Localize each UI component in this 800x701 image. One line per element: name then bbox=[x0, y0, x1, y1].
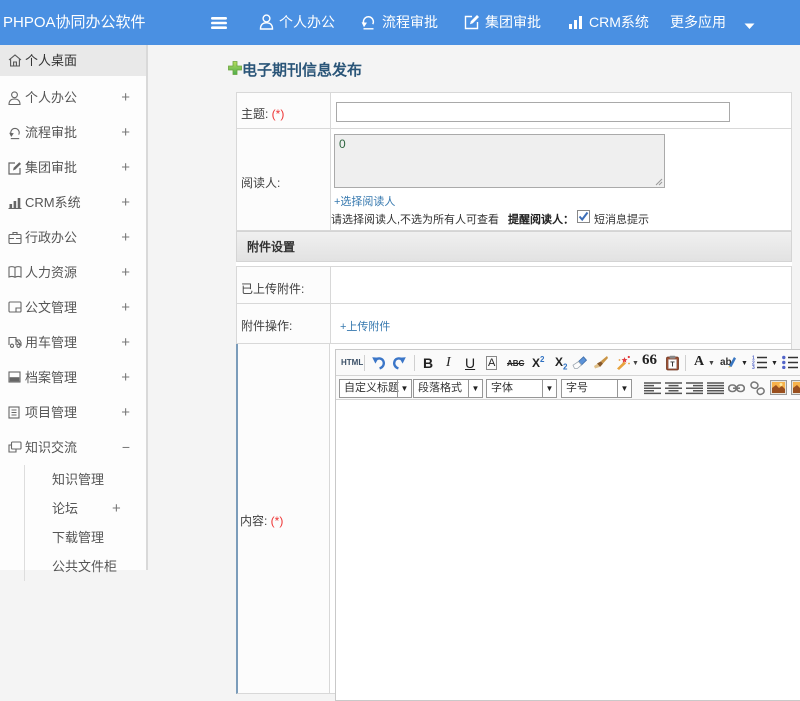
svg-text:3: 3 bbox=[752, 365, 755, 369]
svg-text:T: T bbox=[670, 362, 675, 369]
